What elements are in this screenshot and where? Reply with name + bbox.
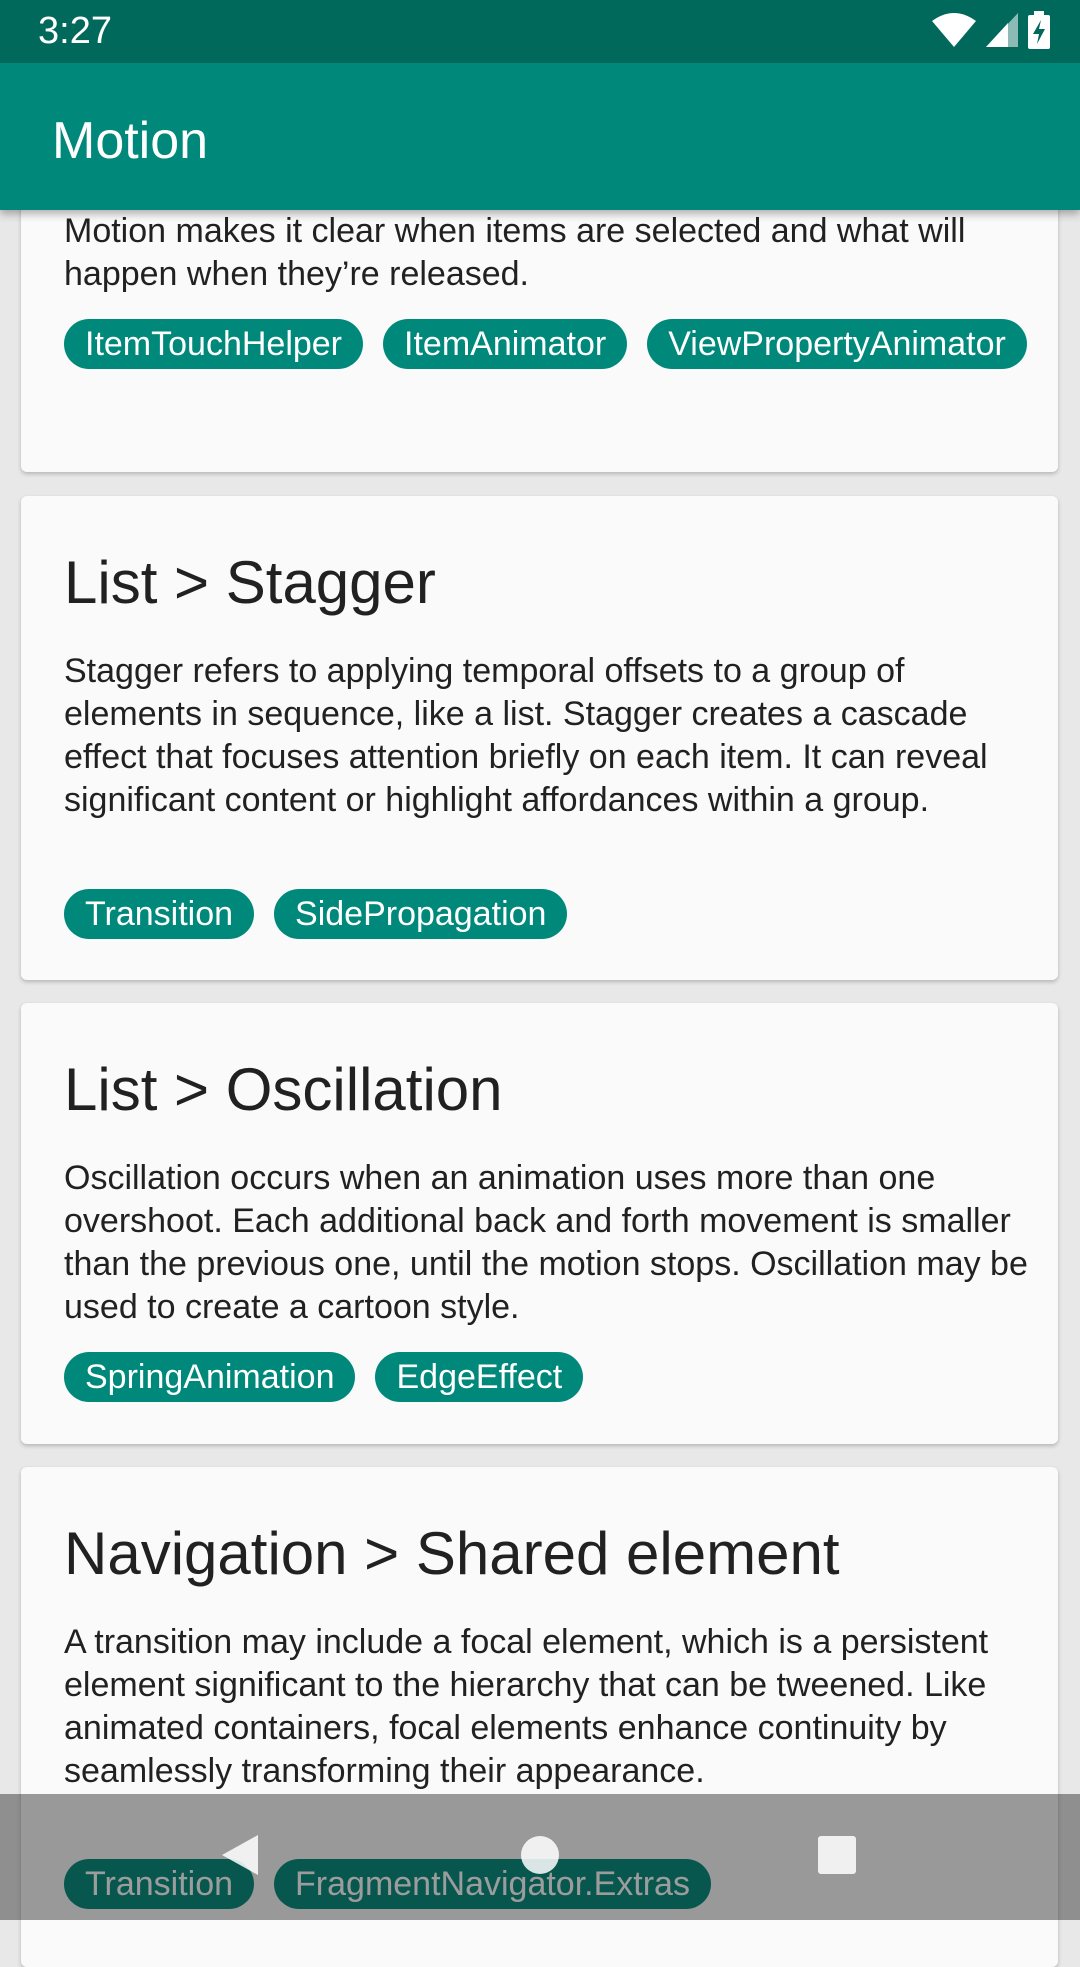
- recents-button[interactable]: [757, 1794, 917, 1920]
- status-bar: 3:27: [0, 0, 1080, 63]
- card-title: Navigation > Shared element: [64, 1520, 840, 1587]
- back-button[interactable]: [160, 1794, 320, 1920]
- card-chips: Transition SidePropagation: [64, 889, 1044, 939]
- chip[interactable]: EdgeEffect: [375, 1352, 584, 1402]
- recents-icon: [816, 1834, 858, 1881]
- home-button[interactable]: [460, 1794, 620, 1920]
- card-description: Oscillation occurs when an animation use…: [64, 1159, 1028, 1326]
- home-icon: [518, 1833, 562, 1882]
- card-list-oscillation[interactable]: List > Oscillation Oscillation occurs wh…: [21, 1003, 1058, 1444]
- wifi-icon: [932, 12, 976, 52]
- battery-charging-icon: [1028, 10, 1050, 54]
- card-description: Stagger refers to applying temporal offs…: [64, 652, 988, 819]
- chip[interactable]: SpringAnimation: [64, 1352, 356, 1402]
- status-time: 3:27: [38, 10, 112, 52]
- app-bar: Motion: [0, 63, 1080, 210]
- chip[interactable]: ItemTouchHelper: [64, 319, 364, 369]
- chip[interactable]: SidePropagation: [274, 889, 568, 939]
- chip[interactable]: ItemAnimator: [383, 319, 628, 369]
- card-chips: ItemTouchHelper ItemAnimator ViewPropert…: [64, 319, 1044, 369]
- chip[interactable]: ViewPropertyAnimator: [647, 319, 1027, 369]
- navigation-bar: [0, 1794, 1080, 1920]
- card-chips: SpringAnimation EdgeEffect: [64, 1352, 1044, 1402]
- chip[interactable]: Transition: [64, 889, 255, 939]
- card-description: Motion makes it clear when items are sel…: [64, 212, 966, 293]
- card-title: List > Stagger: [64, 549, 436, 616]
- back-icon: [218, 1831, 262, 1884]
- status-icons: [932, 10, 1050, 54]
- app-title: Motion: [52, 112, 209, 170]
- card-list-stagger[interactable]: List > Stagger Stagger refers to applyin…: [21, 496, 1058, 980]
- card-title: List > Oscillation: [64, 1056, 503, 1123]
- card-description: A transition may include a focal element…: [64, 1623, 989, 1790]
- cell-signal-icon: [986, 12, 1018, 52]
- card-list[interactable]: Motion makes it clear when items are sel…: [0, 0, 1080, 1967]
